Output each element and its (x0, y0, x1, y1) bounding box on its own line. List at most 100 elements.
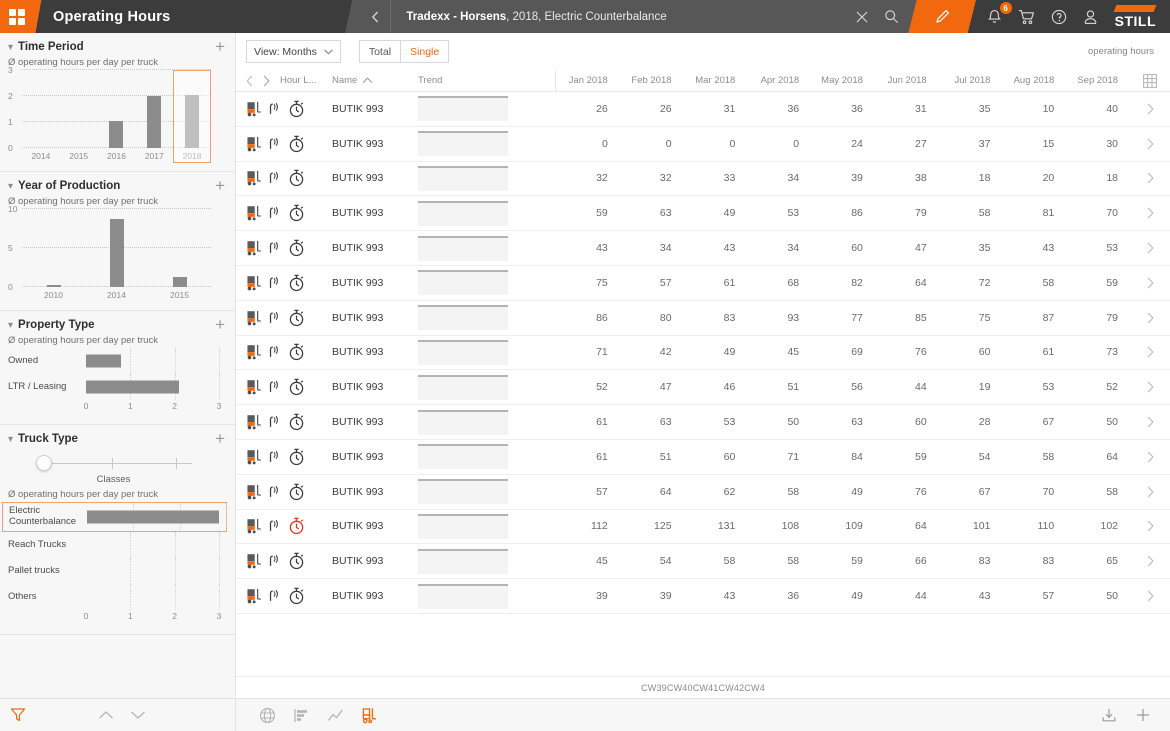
truck-status-cell[interactable] (236, 378, 280, 396)
chart-bar-cell[interactable] (98, 70, 136, 148)
panel-add-button[interactable]: + (215, 177, 225, 194)
truck-status-cell[interactable] (236, 413, 280, 431)
search-button[interactable] (877, 0, 907, 33)
trend-cell[interactable] (418, 513, 512, 539)
row-detail-button[interactable] (1130, 590, 1170, 602)
column-header-month[interactable]: Jan 2018 (556, 75, 620, 86)
hour-level-cell[interactable] (280, 309, 332, 327)
help-button[interactable] (1043, 0, 1075, 33)
row-detail-button[interactable] (1130, 346, 1170, 358)
table-row[interactable]: BUTIK 993 86 80 83 93 77 85 75 87 79 (236, 301, 1170, 336)
slider-handle[interactable] (35, 455, 52, 471)
column-header-month[interactable]: Aug 2018 (1002, 75, 1066, 86)
row-detail-button[interactable] (1130, 520, 1170, 532)
breadcrumb[interactable]: Tradexx - Horsens, 2018, Electric Counte… (390, 0, 677, 33)
panel-year-of-production[interactable]: ▾ Year of Production + Ø operating hours… (0, 172, 235, 311)
notifications-button[interactable]: 6 (979, 0, 1012, 33)
table-row[interactable]: BUTIK 993 0 0 0 0 24 27 37 15 30 (236, 127, 1170, 162)
row-detail-button[interactable] (1130, 486, 1170, 498)
table-row[interactable]: BUTIK 993 26 26 31 36 36 31 35 10 40 (236, 92, 1170, 127)
row-detail-button[interactable] (1130, 242, 1170, 254)
chart-bar-row[interactable]: Owned (8, 348, 220, 374)
truck-status-cell[interactable] (236, 483, 280, 501)
filter-button[interactable] (0, 707, 36, 723)
truck-status-cell[interactable] (236, 448, 280, 466)
panel-add-button[interactable]: + (215, 38, 225, 55)
panel-add-button[interactable]: + (215, 430, 225, 447)
line-chart-view-button[interactable] (318, 699, 352, 731)
column-header-month[interactable]: Mar 2018 (684, 75, 748, 86)
column-header-month[interactable]: Jun 2018 (875, 75, 939, 86)
table-row[interactable]: BUTIK 993 39 39 43 36 49 44 43 57 50 (236, 579, 1170, 614)
column-header-month[interactable]: May 2018 (811, 75, 875, 86)
chart-x-tick[interactable]: 2014 (85, 287, 148, 300)
year-of-production-chart[interactable]: 0 5 10 2010 2014 2015 (8, 204, 219, 300)
trend-cell[interactable] (418, 444, 512, 470)
row-detail-button[interactable] (1130, 416, 1170, 428)
chart-bar-row[interactable]: LTR / Leasing (8, 374, 220, 400)
fleet-view-button[interactable] (352, 699, 386, 731)
row-detail-button[interactable] (1130, 555, 1170, 567)
view-select[interactable]: View: Months (246, 40, 341, 63)
hour-level-cell[interactable] (280, 483, 332, 501)
chart-bar-row[interactable]: Others (8, 584, 220, 610)
panel-truck-type[interactable]: ▾ Truck Type + Classes Ø operating hours… (0, 425, 235, 635)
chart-bar-row[interactable]: Pallet trucks (8, 558, 220, 584)
trend-cell[interactable] (418, 235, 512, 261)
panel-time-period[interactable]: ▾ Time Period + Ø operating hours per da… (0, 33, 235, 172)
chart-x-tick[interactable]: 2015 (60, 148, 98, 161)
scroll-up-button[interactable] (98, 710, 114, 720)
table-row[interactable]: BUTIK 993 71 42 49 45 69 76 60 61 73 (236, 336, 1170, 371)
property-type-chart[interactable]: Owned LTR / Leasing 0 1 2 3 (8, 348, 221, 414)
row-detail-button[interactable] (1130, 381, 1170, 393)
table-row[interactable]: BUTIK 993 75 57 61 68 82 64 72 58 59 (236, 266, 1170, 301)
hour-level-cell[interactable] (280, 135, 332, 153)
row-detail-button[interactable] (1130, 138, 1170, 150)
hour-level-cell[interactable] (280, 169, 332, 187)
column-header-month[interactable]: Feb 2018 (620, 75, 684, 86)
truck-status-cell[interactable] (236, 239, 280, 257)
truck-status-cell[interactable] (236, 517, 280, 535)
chart-bar-cell[interactable] (135, 70, 173, 148)
truck-status-cell[interactable] (236, 169, 280, 187)
next-columns-button[interactable] (263, 75, 270, 87)
hour-level-cell[interactable] (280, 448, 332, 466)
hour-level-cell[interactable] (280, 274, 332, 292)
classes-slider[interactable] (35, 455, 192, 471)
chart-x-tick[interactable]: 2017 (135, 148, 173, 161)
trend-cell[interactable] (418, 374, 512, 400)
chart-x-tick[interactable]: 2016 (98, 148, 136, 161)
column-header-month[interactable]: Apr 2018 (747, 75, 811, 86)
trend-cell[interactable] (418, 583, 512, 609)
table-row[interactable]: BUTIK 993 112 125 131 108 109 64 101 110 102 (236, 510, 1170, 545)
hour-level-cell[interactable] (280, 378, 332, 396)
column-header-name[interactable]: Name (332, 75, 418, 86)
trend-cell[interactable] (418, 548, 512, 574)
column-header-month[interactable]: Sep 2018 (1066, 75, 1130, 86)
chart-bar-cell[interactable] (148, 209, 211, 287)
chart-bar-row[interactable]: Electric Counterbalance (2, 502, 227, 532)
chart-bar-cell[interactable] (60, 70, 98, 148)
globe-view-button[interactable] (250, 699, 284, 731)
cart-button[interactable] (1011, 0, 1043, 33)
trend-cell[interactable] (418, 479, 512, 505)
hour-level-cell[interactable] (280, 587, 332, 605)
classes-slider-wrap[interactable]: Classes (8, 455, 219, 485)
hour-level-cell[interactable] (280, 204, 332, 222)
table-row[interactable]: BUTIK 993 52 47 46 51 56 44 19 53 52 (236, 370, 1170, 406)
row-detail-button[interactable] (1130, 172, 1170, 184)
row-detail-button[interactable] (1130, 451, 1170, 463)
truck-status-cell[interactable] (236, 100, 280, 118)
hour-level-cell[interactable] (280, 100, 332, 118)
trend-cell[interactable] (418, 305, 512, 331)
panel-add-button[interactable]: + (215, 316, 225, 333)
row-detail-button[interactable] (1130, 207, 1170, 219)
total-single-toggle[interactable]: Total Single (358, 40, 450, 63)
table-row[interactable]: BUTIK 993 32 32 33 34 39 38 18 20 18 (236, 162, 1170, 197)
close-button[interactable] (847, 0, 877, 33)
export-button[interactable] (1092, 699, 1126, 731)
hour-level-cell[interactable] (280, 239, 332, 257)
table-row[interactable]: BUTIK 993 61 63 53 50 63 60 28 67 50 (236, 405, 1170, 440)
trend-cell[interactable] (418, 131, 512, 157)
table-row[interactable]: BUTIK 993 43 34 43 34 60 47 35 43 53 (236, 231, 1170, 266)
